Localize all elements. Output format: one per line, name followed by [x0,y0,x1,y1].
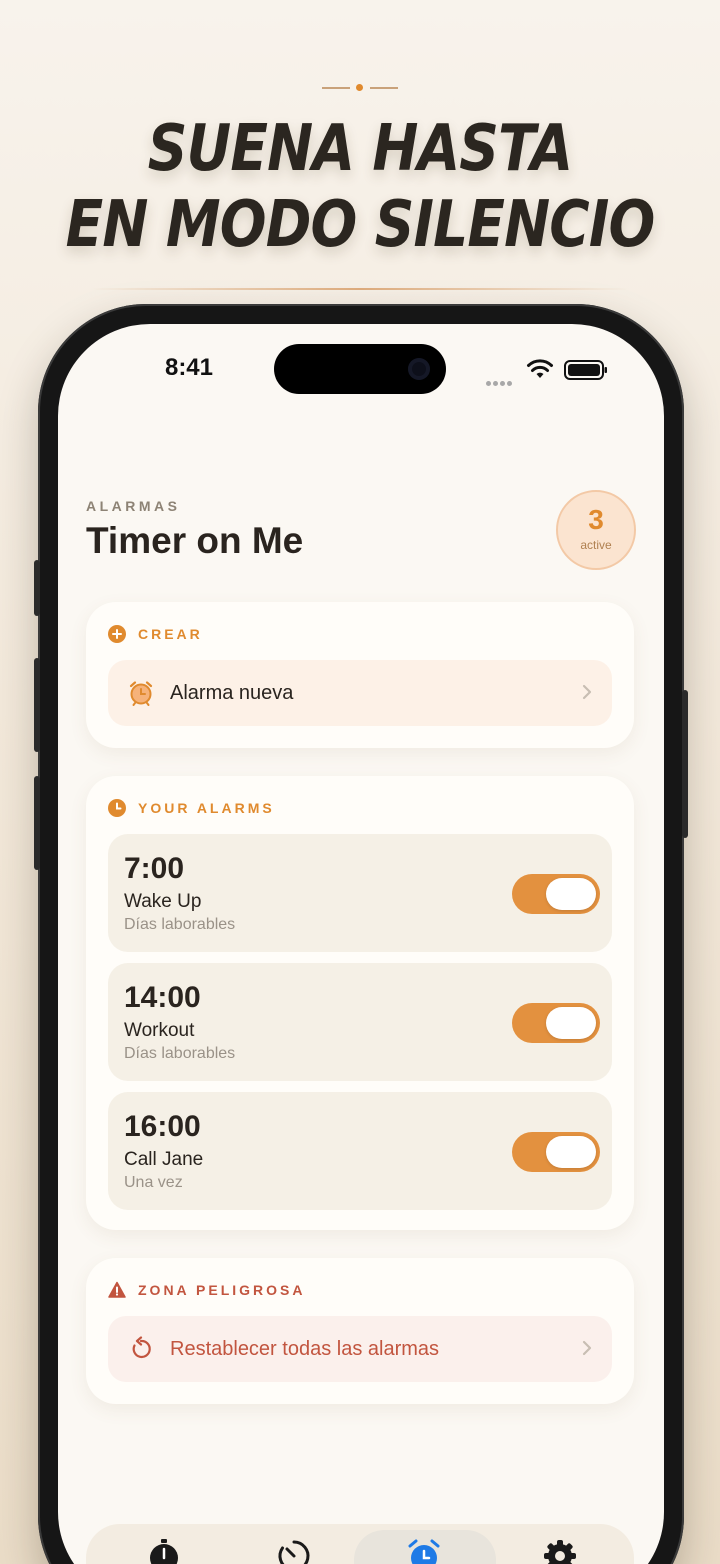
create-section-label: CREAR [138,626,203,642]
alarm-name: Wake Up [124,891,202,912]
toggle-knob [546,1007,596,1039]
danger-zone-card: ZONA PELIGROSA Restablecer todas las ala… [86,1258,634,1404]
phone-silent-switch [34,560,40,616]
marketing-headline-line1: SUENA HASTA [147,112,573,186]
header-ornament [322,82,398,94]
active-count-label: active [580,538,612,552]
section-eyebrow: ALARMAS [86,498,181,514]
reset-all-alarms-button[interactable]: Restablecer todas las alarmas [108,1316,612,1382]
cellular-signal-icon [486,373,518,386]
active-count-badge: 3 active [556,490,636,570]
phone-screen: 8:41 ALARMAS Timer on Me 3 active CREAR [58,324,664,1564]
alarm-toggle[interactable] [512,1003,600,1043]
reset-all-alarms-label: Restablecer todas las alarmas [170,1337,440,1360]
alarm-name: Workout [124,1020,195,1041]
page-title: Timer on Me [86,520,304,561]
dynamic-island [274,344,446,394]
danger-section-header: ZONA PELIGROSA [108,1280,306,1300]
alarm-item[interactable]: 7:00 Wake Up Días laborables [108,834,612,952]
marketing-headline-line2: EN MODO SILENCIO [65,188,656,262]
alarm-name: Call Jane [124,1149,204,1170]
alarms-section-header: YOUR ALARMS [108,798,275,818]
alarm-item[interactable]: 14:00 Workout Días laborables [108,963,612,1081]
headline-divider [90,288,630,290]
gear-icon[interactable] [542,1538,578,1564]
alarm-time: 14:00 [124,981,201,1014]
new-alarm-button[interactable]: Alarma nueva [108,660,612,726]
stopwatch-icon[interactable] [146,1538,182,1564]
phone-power-button [682,690,688,838]
alarm-repeat: Días laborables [124,916,236,933]
alarm-item[interactable]: 16:00 Call Jane Una vez [108,1092,612,1210]
alarm-clock-icon [129,681,153,706]
warning-icon [108,1281,126,1298]
tab-bar [86,1524,634,1564]
phone-volume-up-button [34,658,40,752]
toggle-knob [546,878,596,910]
alarm-clock-icon[interactable] [406,1538,442,1564]
wifi-icon [527,359,553,378]
reset-icon [132,1336,151,1359]
create-section-header: CREAR [108,624,203,644]
new-alarm-label: Alarma nueva [170,681,294,704]
alarm-time: 16:00 [124,1110,201,1143]
status-bar-time: 8:41 [164,354,214,381]
chevron-right-icon [582,1340,592,1356]
alarm-time: 7:00 [124,852,185,885]
battery-icon [564,360,607,380]
chevron-right-icon [582,684,592,700]
alarms-section-label: YOUR ALARMS [138,800,275,816]
clock-icon [108,799,126,817]
alarm-repeat: Días laborables [124,1045,236,1062]
alarm-toggle[interactable] [512,1132,600,1172]
alarms-card: YOUR ALARMS 7:00 Wake Up Días laborables… [86,776,634,1230]
phone-volume-down-button [34,776,40,870]
create-card: CREAR Alarma nueva [86,602,634,748]
timer-icon[interactable] [276,1538,312,1564]
alarm-repeat: Una vez [124,1174,183,1191]
toggle-knob [546,1136,596,1168]
alarm-toggle[interactable] [512,874,600,914]
danger-section-label: ZONA PELIGROSA [138,1282,306,1298]
active-count: 3 [588,504,604,535]
plus-circle-icon [108,625,126,643]
